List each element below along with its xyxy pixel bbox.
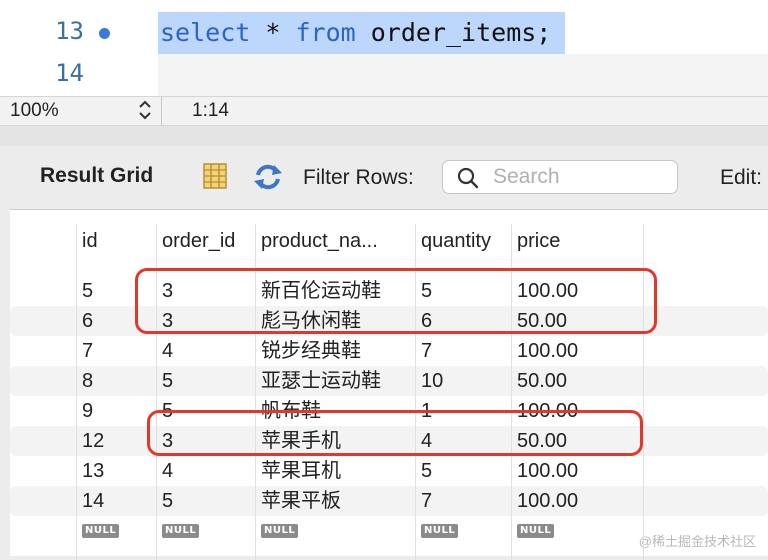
status-divider xyxy=(161,97,162,125)
column-header-quantity[interactable]: quantity xyxy=(421,230,491,253)
cell-order-id[interactable]: 5 xyxy=(162,370,173,392)
cell-id[interactable]: 6 xyxy=(82,310,93,332)
cursor-position: 1:14 xyxy=(192,100,229,121)
cell-id[interactable]: 5 xyxy=(82,280,93,302)
column-header-id[interactable]: id xyxy=(82,230,98,253)
sql-token: order_items; xyxy=(355,18,552,47)
cell-price[interactable]: 50.00 xyxy=(517,370,567,392)
null-badge-order-id: NULL xyxy=(162,524,200,538)
annotation-highlight-box xyxy=(135,268,657,334)
cell-price[interactable]: 100.00 xyxy=(517,460,578,482)
filter-search-box[interactable] xyxy=(442,160,678,194)
table-row[interactable]: 14 5 苹果平板 7 100.00 xyxy=(10,486,768,516)
cell-quantity[interactable]: 7 xyxy=(421,340,432,362)
cell-product-name[interactable]: 亚瑟士运动鞋 xyxy=(261,370,381,392)
table-row[interactable]: 7 4 锐步经典鞋 7 100.00 xyxy=(10,336,768,366)
chevron-up-down-icon xyxy=(139,100,151,120)
current-statement-marker-icon[interactable] xyxy=(99,28,110,39)
table-row[interactable]: 8 5 亚瑟士运动鞋 10 50.00 xyxy=(10,366,768,396)
table-row[interactable]: 13 4 苹果耳机 5 100.00 xyxy=(10,456,768,486)
null-badge-price: NULL xyxy=(517,524,555,538)
cell-price[interactable]: 100.00 xyxy=(517,340,578,362)
cell-quantity[interactable]: 10 xyxy=(421,370,443,392)
cell-price[interactable]: 100.00 xyxy=(517,490,578,512)
editor-status-bar: 100% 1:14 xyxy=(0,96,768,126)
annotation-highlight-box xyxy=(147,410,643,456)
cell-product-name[interactable]: 苹果耳机 xyxy=(261,460,341,482)
cell-order-id[interactable]: 4 xyxy=(162,460,173,482)
cell-id[interactable]: 12 xyxy=(82,430,104,452)
refresh-icon[interactable] xyxy=(252,163,284,191)
cell-id[interactable]: 8 xyxy=(82,370,93,392)
column-separator[interactable] xyxy=(76,224,77,560)
code-line-current[interactable] xyxy=(158,54,768,96)
result-grid-tab[interactable]: Result Grid xyxy=(40,164,153,188)
grid-form-icon[interactable] xyxy=(202,162,228,190)
cell-id[interactable]: 13 xyxy=(82,460,104,482)
line-number: 13 xyxy=(55,17,84,45)
cell-product-name[interactable]: 锐步经典鞋 xyxy=(261,340,361,362)
sql-token: * xyxy=(250,18,296,47)
column-header-order-id[interactable]: order_id xyxy=(162,230,235,253)
panel-gap xyxy=(0,126,768,146)
search-input[interactable] xyxy=(493,164,663,190)
edit-label: Edit: xyxy=(720,166,763,189)
result-grid[interactable]: id order_id product_na... quantity price… xyxy=(10,210,768,560)
column-header-product-name[interactable]: product_na... xyxy=(261,230,378,253)
sql-keyword: select xyxy=(160,18,251,47)
sql-keyword: from xyxy=(295,18,356,47)
line-gutter: 13 14 xyxy=(0,0,158,96)
sql-editor[interactable]: 13 14 select * from order_items; xyxy=(0,0,768,96)
null-badge-id: NULL xyxy=(82,524,120,538)
cell-id[interactable]: 7 xyxy=(82,340,93,362)
code-line-selected[interactable]: select * from order_items; xyxy=(158,12,566,54)
null-badge-quantity: NULL xyxy=(421,524,459,538)
grid-header: id order_id product_na... quantity price xyxy=(10,210,768,266)
search-icon xyxy=(457,167,479,189)
zoom-level: 100% xyxy=(10,100,59,121)
cell-quantity[interactable]: 7 xyxy=(421,490,432,512)
null-badge-product-name: NULL xyxy=(261,524,299,538)
cell-product-name[interactable]: 苹果平板 xyxy=(261,490,341,512)
cell-order-id[interactable]: 4 xyxy=(162,340,173,362)
cell-id[interactable]: 9 xyxy=(82,400,93,422)
filter-rows-label: Filter Rows: xyxy=(303,166,414,189)
line-number: 14 xyxy=(55,59,84,87)
zoom-stepper-icon[interactable] xyxy=(133,99,157,123)
cell-id[interactable]: 14 xyxy=(82,490,104,512)
cell-quantity[interactable]: 5 xyxy=(421,460,432,482)
column-header-price[interactable]: price xyxy=(517,230,560,253)
watermark: @稀土掘金技术社区 xyxy=(638,534,756,549)
result-toolbar: Result Grid Filter Rows: Edit: xyxy=(10,146,768,210)
cell-order-id[interactable]: 5 xyxy=(162,490,173,512)
